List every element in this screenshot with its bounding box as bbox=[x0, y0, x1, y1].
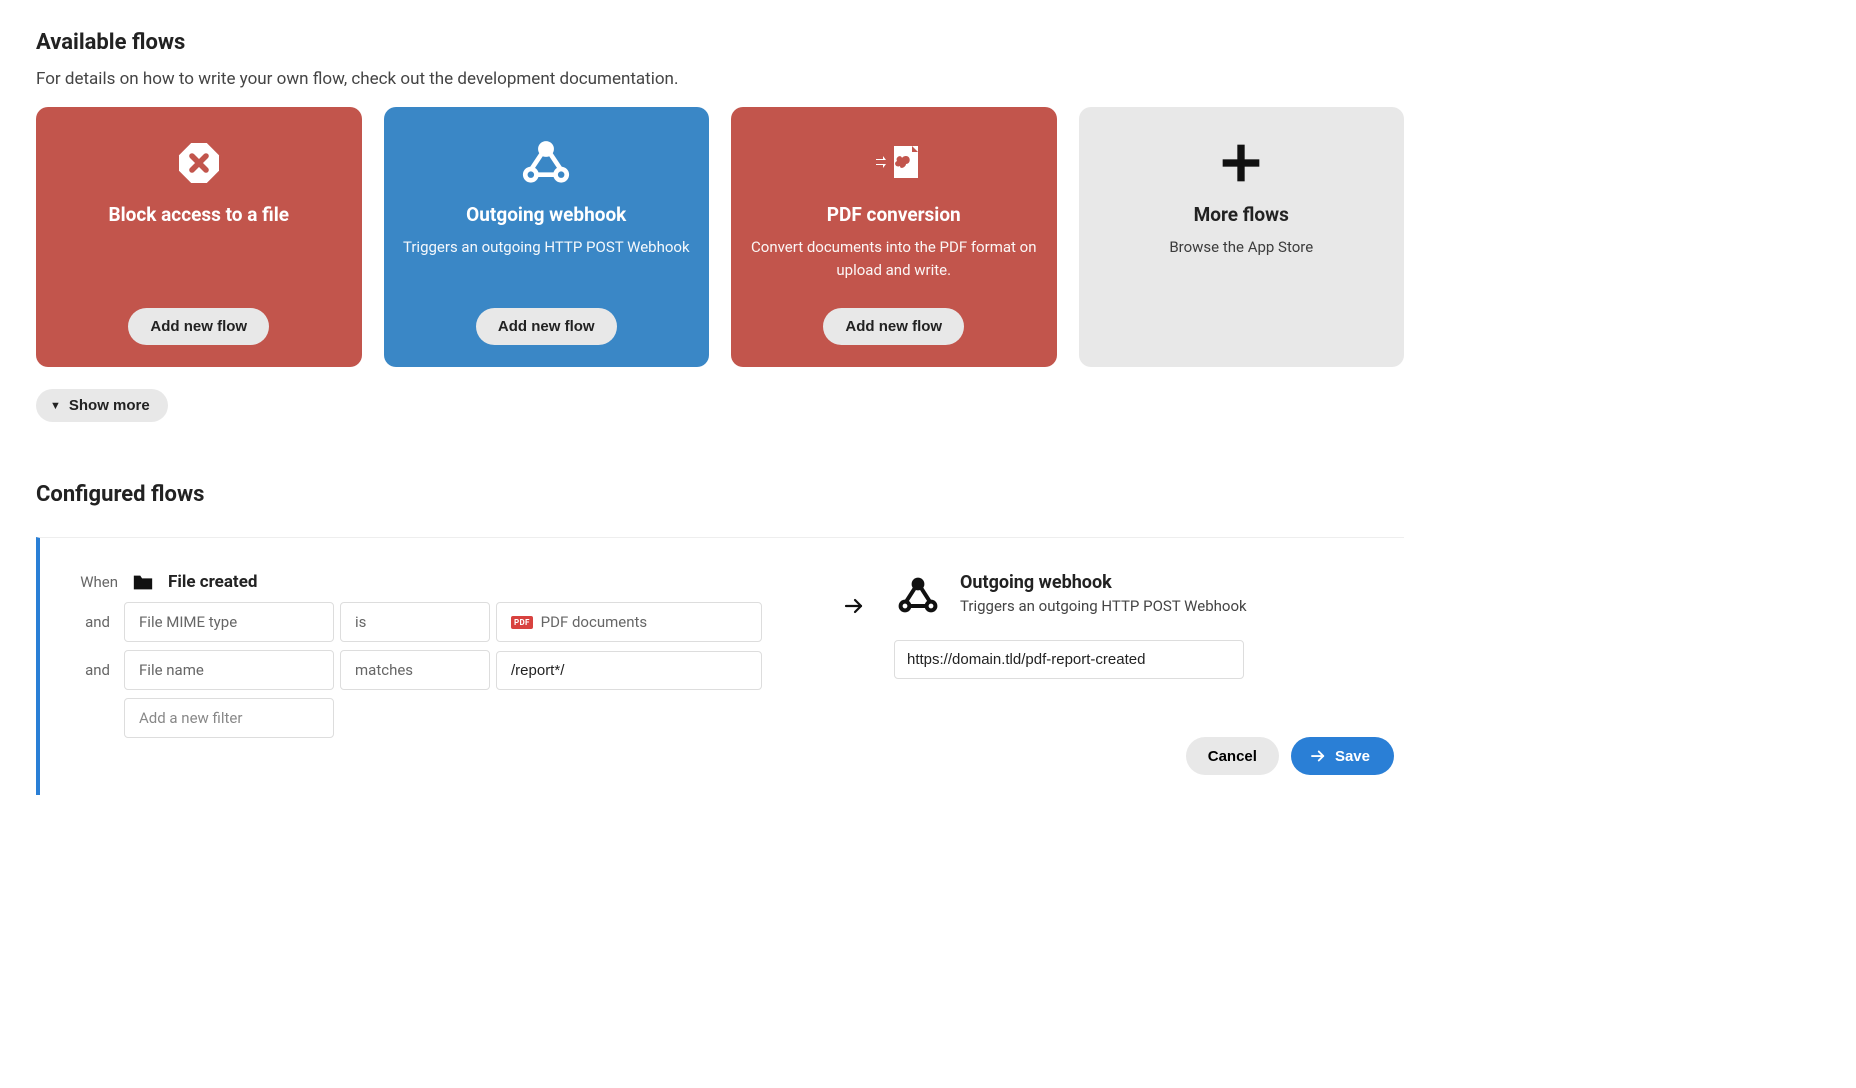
add-filter-row: Add a new filter bbox=[74, 698, 814, 738]
add-flow-button[interactable]: Add new flow bbox=[823, 308, 964, 345]
webhook-icon bbox=[894, 572, 942, 620]
flow-card-desc: Convert documents into the PDF format on… bbox=[749, 236, 1039, 292]
cancel-button[interactable]: Cancel bbox=[1186, 737, 1279, 775]
trigger-title: File created bbox=[168, 572, 257, 592]
flow-card-block-access: Block access to a file Add new flow bbox=[36, 107, 362, 367]
save-label: Save bbox=[1335, 748, 1370, 765]
arrow-right-icon bbox=[1309, 747, 1327, 765]
filter-value-label: PDF documents bbox=[541, 613, 648, 631]
plus-icon bbox=[1219, 131, 1263, 195]
folder-icon bbox=[132, 572, 154, 592]
chevron-down-icon: ▼ bbox=[50, 400, 61, 412]
flow-card-desc: Browse the App Store bbox=[1169, 236, 1313, 345]
available-flows-subtitle: For details on how to write your own flo… bbox=[36, 69, 1404, 89]
filter-operator-select[interactable]: is bbox=[340, 602, 490, 642]
flow-card-title: More flows bbox=[1194, 203, 1289, 226]
when-label: When bbox=[74, 573, 118, 591]
add-flow-button[interactable]: Add new flow bbox=[476, 308, 617, 345]
save-button[interactable]: Save bbox=[1291, 737, 1394, 775]
configured-flows-heading: Configured flows bbox=[36, 482, 1404, 507]
filter-value-select[interactable]: PDF PDF documents bbox=[496, 602, 762, 642]
flow-card-more-flows[interactable]: More flows Browse the App Store bbox=[1079, 107, 1405, 367]
flow-cards-grid: Block access to a file Add new flow Outg… bbox=[36, 107, 1404, 367]
action-desc: Triggers an outgoing HTTP POST Webhook bbox=[960, 597, 1247, 615]
filter-field-select[interactable]: File name bbox=[124, 650, 334, 690]
add-flow-button[interactable]: Add new flow bbox=[128, 308, 269, 345]
action-title: Outgoing webhook bbox=[960, 572, 1247, 593]
filter-row: and File MIME type is PDF PDF documents bbox=[74, 602, 814, 642]
available-flows-heading: Available flows bbox=[36, 30, 1404, 55]
filter-operator-select[interactable]: matches bbox=[340, 650, 490, 690]
webhook-url-input[interactable] bbox=[894, 640, 1244, 679]
webhook-icon bbox=[518, 131, 574, 195]
flow-card-pdf-conversion: PDF conversion Convert documents into th… bbox=[731, 107, 1057, 367]
show-more-label: Show more bbox=[69, 397, 150, 414]
pdf-badge-icon: PDF bbox=[511, 616, 533, 629]
add-filter-select[interactable]: Add a new filter bbox=[124, 698, 334, 738]
flow-config-panel: When File created and File MIME type is … bbox=[36, 537, 1404, 795]
filter-value-input[interactable] bbox=[496, 651, 762, 690]
flow-card-title: Block access to a file bbox=[108, 203, 289, 226]
arrow-right-icon bbox=[824, 572, 884, 775]
block-icon bbox=[175, 131, 223, 195]
flow-card-outgoing-webhook: Outgoing webhook Triggers an outgoing HT… bbox=[384, 107, 710, 367]
flow-card-title: Outgoing webhook bbox=[466, 203, 626, 226]
pdf-convert-icon bbox=[864, 131, 924, 195]
filter-row: and File name matches bbox=[74, 650, 814, 690]
show-more-button[interactable]: ▼ Show more bbox=[36, 389, 168, 422]
flow-card-desc: Triggers an outgoing HTTP POST Webhook bbox=[403, 236, 690, 292]
filter-field-select[interactable]: File MIME type bbox=[124, 602, 334, 642]
flow-card-title: PDF conversion bbox=[827, 203, 961, 226]
and-label: and bbox=[74, 613, 118, 631]
and-label: and bbox=[74, 661, 118, 679]
